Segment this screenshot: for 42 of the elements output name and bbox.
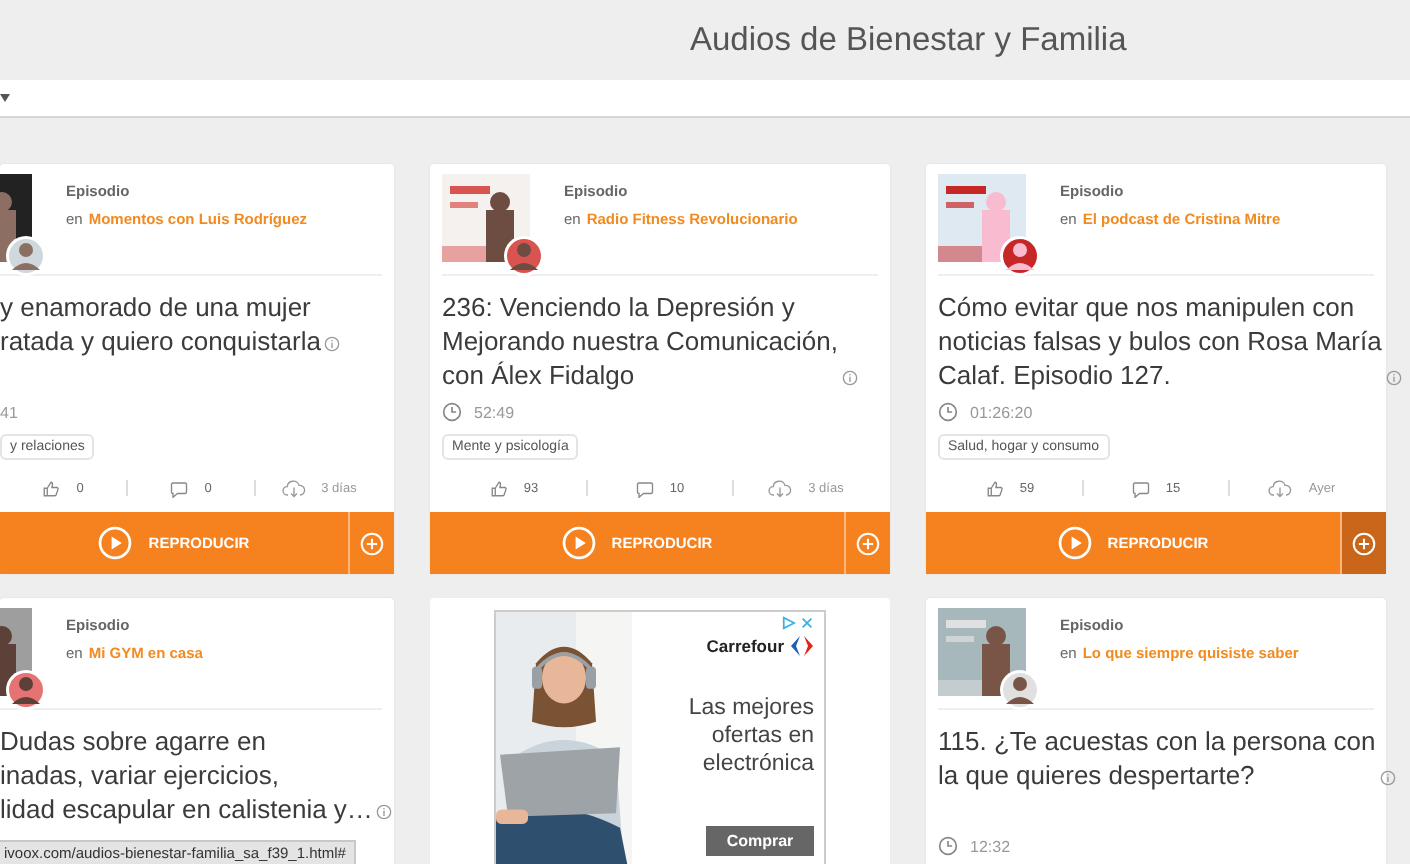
comment-icon[interactable] <box>170 479 189 497</box>
info-icon[interactable] <box>1385 370 1402 386</box>
ad-choices-icon[interactable] <box>782 616 796 630</box>
duration: 41 <box>0 403 18 421</box>
plus-icon <box>1352 531 1376 555</box>
thumbs-up-icon[interactable] <box>985 479 1004 497</box>
info-icon[interactable] <box>1379 770 1396 786</box>
clock-icon <box>938 836 958 856</box>
plus-icon <box>856 531 880 555</box>
plus-icon <box>360 531 384 555</box>
brand-name: Carrefour <box>706 636 784 656</box>
play-icon <box>98 526 133 560</box>
info-icon[interactable] <box>324 336 341 352</box>
caret-icon[interactable] <box>0 94 10 102</box>
info-icon[interactable] <box>842 370 858 386</box>
duration: 12:32 <box>970 837 1011 855</box>
thumbs-up-icon[interactable] <box>42 479 61 497</box>
ad-headline: Las mejores ofertas en electrónica <box>688 694 814 778</box>
clock-icon <box>442 402 462 422</box>
clock-icon <box>938 402 958 422</box>
episode-title[interactable]: 236: Venciendo la Depresión y Mejorando nuestra Comunicación, con Álex Fidalgo <box>442 290 838 392</box>
play-icon <box>1057 526 1092 560</box>
duration: 01:26:20 <box>970 403 1033 421</box>
episode-title[interactable]: 115. ¿Te acuestas con la persona con la que quieres despertarte? <box>938 724 1376 792</box>
add-button[interactable] <box>1340 512 1386 574</box>
comment-icon[interactable] <box>1131 479 1150 497</box>
info-icon[interactable] <box>376 804 393 820</box>
buy-button[interactable]: Comprar <box>706 826 814 856</box>
thumbs-up-icon[interactable] <box>489 479 508 497</box>
ad-banner[interactable]: Carrefour Las mejores ofertas en electrónica Comprar <box>494 610 826 864</box>
comment-icon[interactable] <box>635 479 654 497</box>
episode-title[interactable]: Dudas sobre agarre en inadas, variar ejercicios, lidad escapular en calistenia y… <box>0 724 373 826</box>
cloud-download-icon[interactable] <box>1268 479 1293 497</box>
play-icon <box>561 526 596 560</box>
cloud-download-icon[interactable] <box>768 479 793 497</box>
page-title: Audios de Bienestar y Familia <box>690 21 1127 59</box>
episode-title[interactable]: Cómo evitar que nos manipulen con noticias falsas y bulos con Rosa María Calaf. Episodio 127. <box>938 290 1382 392</box>
close-icon[interactable] <box>800 616 814 630</box>
episode-title[interactable]: y enamorado de una mujer ratada y quiero conquistarla <box>0 290 321 358</box>
duration: 52:49 <box>474 403 515 421</box>
logo-icon <box>790 636 814 656</box>
cloud-download-icon[interactable] <box>281 479 306 497</box>
